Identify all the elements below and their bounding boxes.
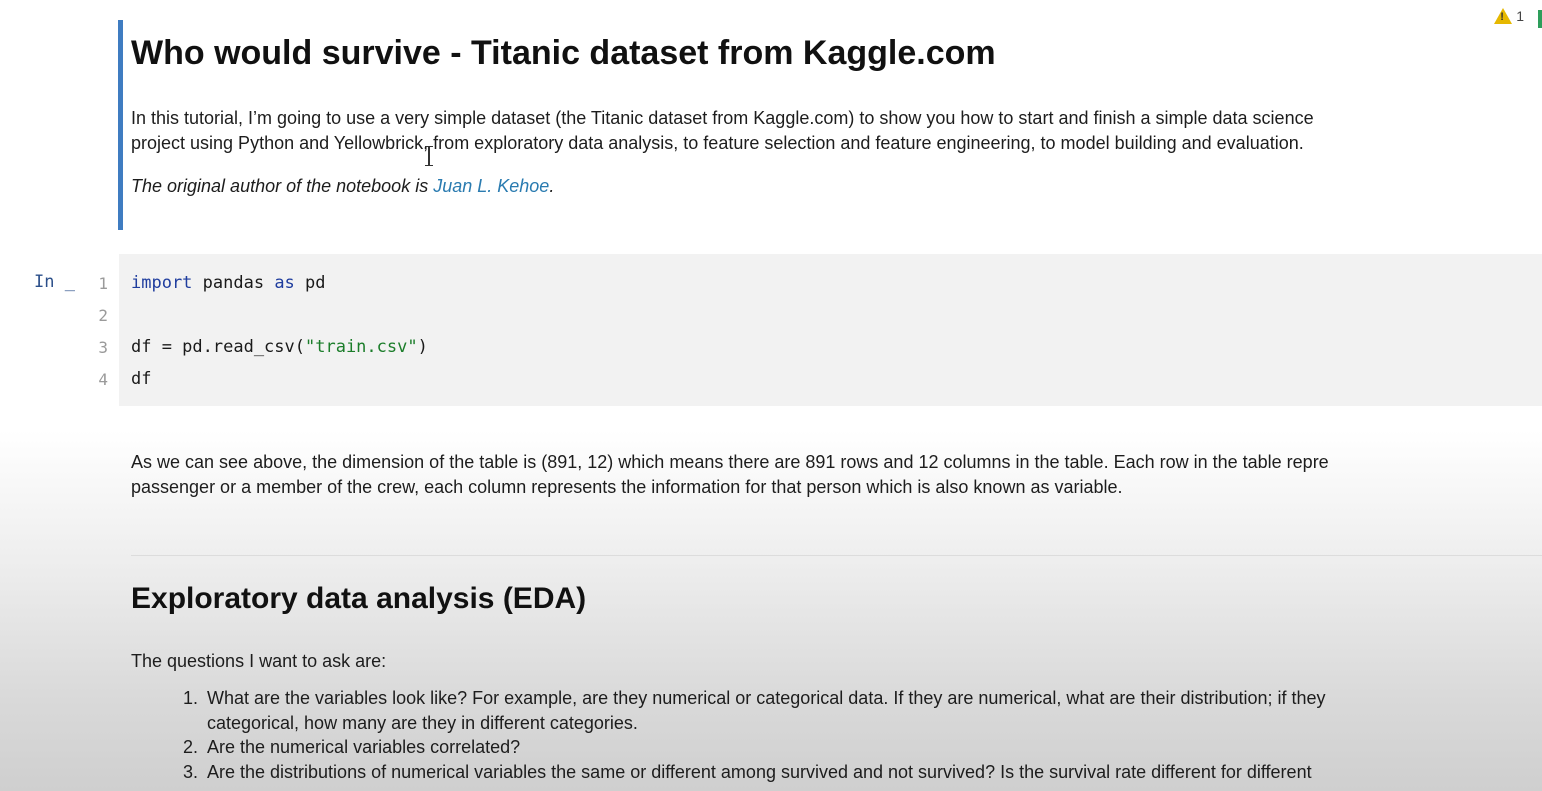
warning-indicator[interactable]: ! 1 [1494, 8, 1524, 24]
code-text: pd [294, 273, 326, 293]
code-text: df = pd.read_csv( [131, 337, 305, 357]
text-cursor-icon [425, 146, 433, 166]
author-line: The original author of the notebook is J… [131, 174, 554, 199]
list-number: 3. [183, 761, 199, 782]
line-number: 2 [98, 306, 108, 325]
eda-intro: The questions I want to ask are: [131, 651, 387, 671]
code-line-1[interactable]: import pandas as pd [131, 273, 326, 293]
line-number: 4 [98, 370, 108, 389]
question-text: Are the distributions of numerical varia… [207, 761, 1312, 782]
warning-icon: ! [1494, 8, 1513, 24]
author-suffix: . [549, 176, 555, 196]
question-text: What are the variables look like? For ex… [207, 688, 1326, 708]
line-number: 3 [98, 338, 108, 357]
selected-cell-marker [118, 20, 123, 230]
code-text: ) [417, 337, 428, 357]
string-literal: "train.csv" [305, 337, 418, 357]
code-cell[interactable] [119, 254, 1542, 406]
list-item: 2. Are the numerical variables correlate… [131, 735, 1326, 760]
intro-line-1: In this tutorial, I’m going to use a ver… [131, 108, 1314, 128]
inspection-edge-mark [1538, 10, 1542, 28]
code-line-4[interactable]: df [131, 369, 151, 389]
eda-heading: Exploratory data analysis (EDA) [131, 582, 587, 615]
list-item: 3. Are the distributions of numerical va… [131, 760, 1326, 785]
author-prefix: The original author of the notebook is [131, 176, 434, 196]
section-divider [131, 555, 1542, 556]
questions-list: 1. What are the variables look like? For… [131, 686, 1326, 784]
list-item: 1. What are the variables look like? For… [131, 686, 1326, 735]
keyword: as [274, 273, 295, 293]
code-text: pandas [192, 273, 275, 293]
question-text: Are the numerical variables correlated? [207, 737, 521, 757]
code-line-3[interactable]: df = pd.read_csv("train.csv") [131, 337, 428, 357]
execution-prompt[interactable]: In _ [34, 272, 75, 292]
explain-line-1: As we can see above, the dimension of th… [131, 452, 1329, 472]
question-text: categorical, how many are they in differ… [207, 712, 638, 733]
list-number: 2. [183, 737, 199, 757]
explain-line-2: passenger or a member of the crew, each … [131, 477, 1123, 497]
line-number: 1 [98, 274, 108, 293]
intro-line-2: project using Python and Yellowbrick, fr… [131, 133, 1304, 153]
list-number: 1. [183, 688, 199, 708]
author-link[interactable]: Juan L. Kehoe [433, 176, 549, 196]
warning-count: 1 [1516, 8, 1524, 24]
notebook-title: Who would survive - Titanic dataset from… [131, 34, 996, 72]
keyword: import [131, 273, 193, 293]
